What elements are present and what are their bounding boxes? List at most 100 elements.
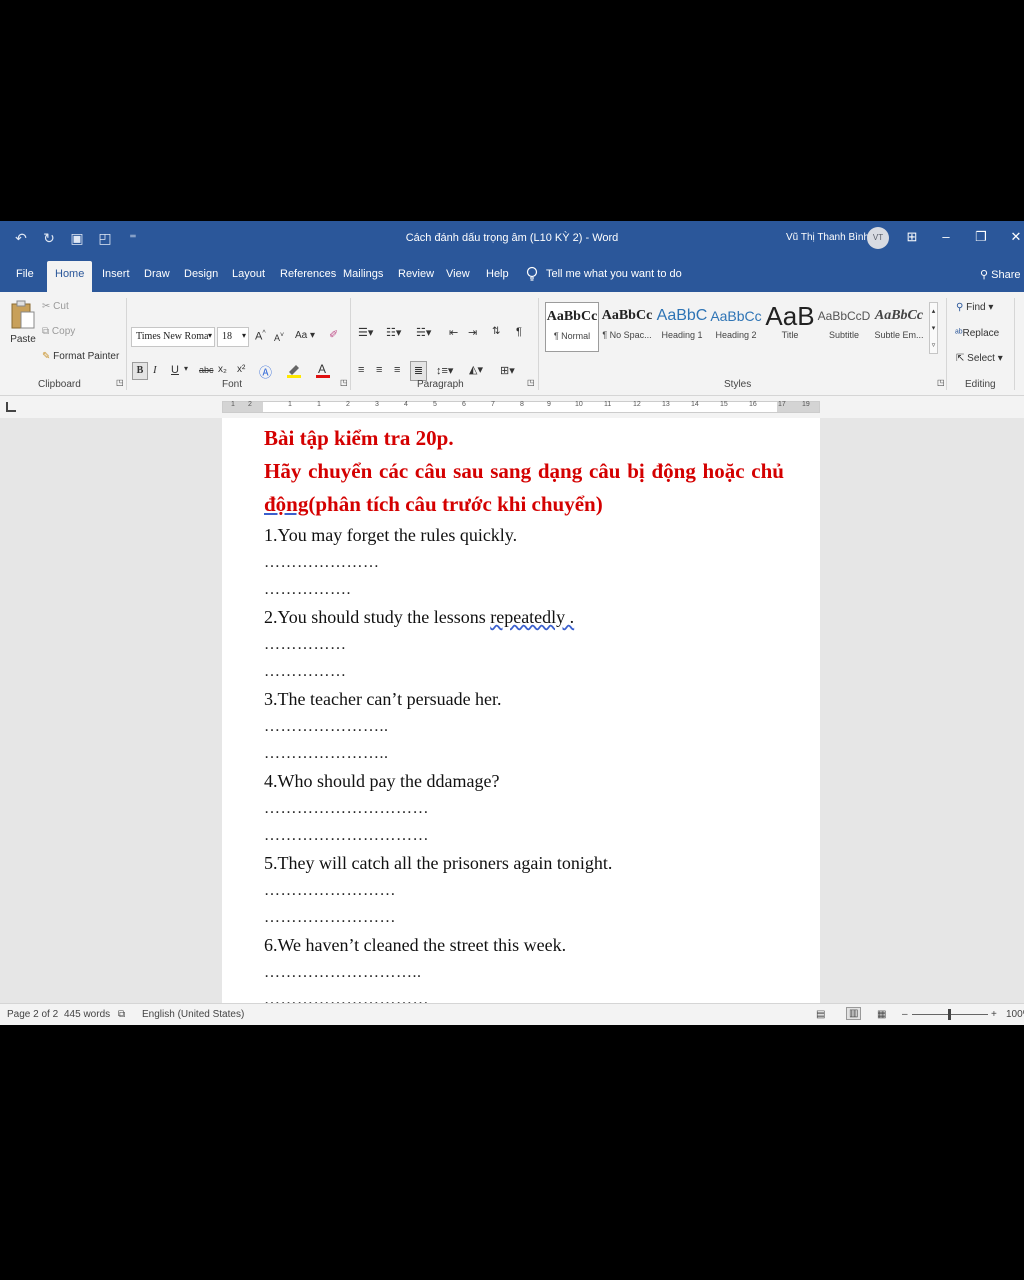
borders-icon[interactable]: ⊞▾ [500, 364, 515, 377]
read-mode-icon[interactable]: ▤ [816, 1009, 825, 1020]
group-divider [126, 298, 127, 390]
ribbon-display-icon[interactable]: ⊞ [902, 229, 922, 245]
italic-button[interactable]: I [153, 364, 157, 376]
align-center-icon[interactable]: ≡ [376, 364, 382, 376]
underline-button[interactable]: U [171, 364, 179, 376]
numbering-icon[interactable]: ☷▾ [386, 326, 401, 339]
align-left-icon[interactable]: ≡ [358, 364, 364, 376]
tab-selector-icon[interactable] [6, 402, 16, 412]
answer-line: ………………………… [264, 991, 429, 1003]
tab-draw[interactable]: Draw [144, 268, 170, 280]
user-name[interactable]: Vũ Thị Thanh Bình [786, 232, 869, 243]
copy-button[interactable]: ⧉ Copy [42, 326, 75, 337]
ruler-number: 9 [547, 401, 551, 408]
share-button[interactable]: ⚲ Share [980, 268, 1020, 281]
ruler-number: 13 [662, 401, 670, 408]
style-title[interactable]: AaB Title [763, 302, 817, 352]
increase-indent-icon[interactable]: ⇥ [468, 326, 477, 339]
language[interactable]: English (United States) [142, 1009, 244, 1020]
tab-home[interactable]: Home [47, 261, 93, 292]
answer-line: ……………………….. [264, 964, 422, 981]
multilevel-list-icon[interactable]: ☵▾ [416, 326, 431, 339]
tab-insert[interactable]: Insert [102, 268, 130, 280]
page-count[interactable]: Page 2 of 2 [7, 1009, 58, 1020]
grow-font-button[interactable]: A^ [255, 330, 266, 343]
tab-design[interactable]: Design [184, 268, 218, 280]
change-case-button[interactable]: Aa ▾ [295, 330, 315, 341]
style-subtitle[interactable]: AaBbCcD Subtitle [817, 302, 871, 352]
font-size-combo[interactable]: 18 ▾ [217, 327, 249, 347]
paste-button[interactable]: Paste [9, 300, 37, 360]
find-button[interactable]: ⚲ Find ▾ [956, 302, 993, 313]
zoom-in-icon[interactable]: + [991, 1009, 997, 1020]
ruler-number: 4 [404, 401, 408, 408]
dialog-launcher-icon[interactable]: ◳ [937, 378, 945, 387]
sort-icon[interactable]: ⇅ [492, 326, 500, 337]
clear-formatting-icon[interactable]: ✐ [329, 328, 338, 341]
style-heading-1[interactable]: AaBbC Heading 1 [655, 302, 709, 352]
shading-icon[interactable]: ◭▾ [469, 363, 483, 376]
style-name: Title [781, 330, 799, 340]
style-subtle-emphasis[interactable]: AaBbCc Subtle Em... [872, 302, 926, 352]
title-bar: ↶ ↻ ▣ ◰ ⁼ Cách đánh dấu trọng âm (L10 KỲ… [0, 221, 1024, 257]
highlighter-icon[interactable] [286, 362, 302, 381]
tab-references[interactable]: References [280, 268, 336, 280]
zoom-out-icon[interactable]: – [902, 1009, 908, 1020]
chevron-down-icon[interactable]: ▾ [184, 364, 188, 373]
print-layout-icon[interactable]: ▥ [846, 1007, 862, 1020]
style-no-spacing[interactable]: AaBbCc ¶ No Spac... [600, 302, 654, 352]
subscript-button[interactable]: x₂ [218, 364, 227, 375]
tell-me-search[interactable]: Tell me what you want to do [546, 268, 682, 280]
bold-button[interactable]: B [132, 362, 148, 380]
avatar[interactable]: VT [867, 227, 889, 249]
style-normal[interactable]: AaBbCc ¶ Normal [545, 302, 599, 352]
replace-button[interactable]: ᵃᵇReplace [955, 328, 999, 339]
zoom-slider-thumb[interactable] [948, 1009, 951, 1020]
tab-file[interactable]: File [16, 268, 34, 280]
select-button[interactable]: ⇱ Select ▾ [956, 353, 1003, 364]
justify-icon[interactable]: ≣ [410, 361, 427, 381]
dialog-launcher-icon[interactable]: ◳ [340, 378, 348, 387]
restore-icon[interactable]: ❐ [971, 229, 991, 245]
tab-help[interactable]: Help [486, 268, 509, 280]
format-painter-button[interactable]: ✎ Format Painter [42, 351, 119, 362]
ruler-number: 8 [520, 401, 524, 408]
font-name-combo[interactable]: Times New Roma ▾ [131, 327, 215, 347]
dialog-launcher-icon[interactable]: ◳ [527, 378, 535, 387]
proofing-icon[interactable]: ⧉ [118, 1009, 125, 1020]
document-content[interactable]: Bài tập kiểm tra 20p. Hãy chuyển các câu… [264, 422, 784, 1003]
font-color-icon[interactable]: A [316, 362, 330, 381]
text-effects-icon[interactable]: Ⓐ [259, 362, 272, 381]
tab-view[interactable]: View [446, 268, 470, 280]
document-area[interactable]: Bài tập kiểm tra 20p. Hãy chuyển các câu… [0, 418, 1024, 1003]
shrink-font-button[interactable]: A˅ [274, 332, 284, 343]
strikethrough-button[interactable]: abc [199, 365, 214, 375]
minimize-icon[interactable]: – [936, 229, 956, 244]
style-heading-2[interactable]: AaBbCc Heading 2 [709, 302, 763, 352]
web-layout-icon[interactable]: ▦ [877, 1009, 886, 1020]
replace-icon: ᵃᵇ [955, 328, 963, 339]
show-formatting-icon[interactable]: ¶ [516, 326, 522, 338]
tab-mailings[interactable]: Mailings [343, 268, 383, 280]
tab-review[interactable]: Review [398, 268, 434, 280]
group-divider [350, 298, 351, 390]
ruler-number: 5 [433, 401, 437, 408]
style-sample: AaBbC [656, 307, 708, 324]
styles-gallery-scroll[interactable]: ▴ ▾ ▿ [929, 302, 938, 354]
dialog-launcher-icon[interactable]: ◳ [116, 378, 124, 387]
decrease-indent-icon[interactable]: ⇤ [449, 326, 458, 339]
word-count[interactable]: 445 words [64, 1009, 110, 1020]
tab-layout[interactable]: Layout [232, 268, 265, 280]
instruction-line: động(phân tích câu trước khi chuyển) [264, 488, 784, 521]
line-spacing-icon[interactable]: ↕≡▾ [436, 364, 453, 377]
lightbulb-icon[interactable] [526, 266, 538, 282]
answer-line: ………………………… [264, 827, 429, 844]
close-icon[interactable]: ✕ [1006, 229, 1024, 245]
answer-line: …………………… [264, 909, 396, 926]
superscript-button[interactable]: x² [237, 364, 245, 375]
align-right-icon[interactable]: ≡ [394, 364, 400, 376]
cut-button[interactable]: ✂ Cut [42, 301, 69, 312]
bullets-icon[interactable]: ☰▾ [358, 326, 373, 339]
zoom-level[interactable]: 100% [1006, 1009, 1024, 1020]
document-page[interactable]: Bài tập kiểm tra 20p. Hãy chuyển các câu… [222, 418, 820, 1003]
